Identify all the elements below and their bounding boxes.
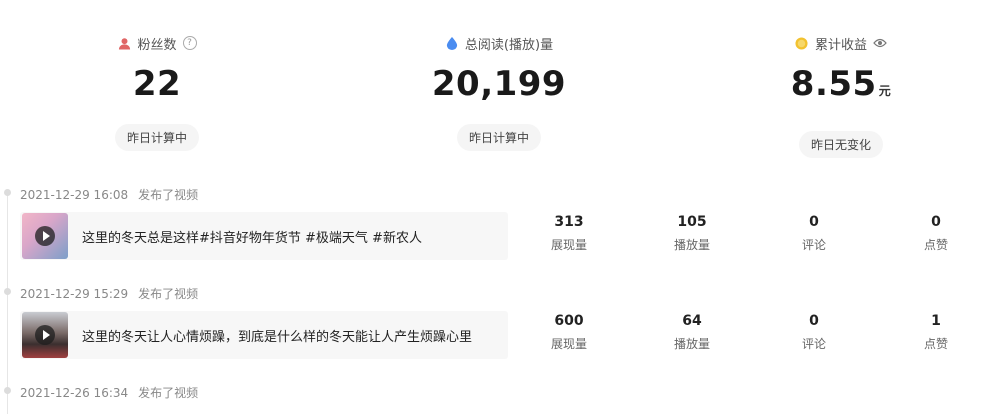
video-card[interactable]: 这里的冬天让人心情烦躁，到底是什么样的冬天能让人产生烦躁心里: [20, 311, 508, 359]
entry-time: 2021-12-29 16:08: [20, 188, 129, 202]
entry-action: 发布了视频: [138, 188, 199, 202]
metric-comments: 0 评论: [769, 214, 859, 253]
entry-action: 发布了视频: [138, 287, 199, 301]
metric-impressions: 313 展现量: [524, 214, 614, 253]
entry-time: 2021-12-26 16:34: [20, 386, 129, 400]
metric-value: 0: [809, 214, 819, 230]
metric-label: 播放量: [673, 337, 710, 351]
metric-likes: 1 点赞: [891, 313, 981, 352]
metric-label: 评论: [801, 238, 826, 252]
stat-value: 20,199: [431, 64, 567, 104]
play-icon[interactable]: [35, 325, 55, 345]
metric-label: 展现量: [550, 337, 587, 351]
metric-plays: 64 播放量: [647, 313, 737, 352]
metric-value: 1: [931, 313, 941, 329]
stat-followers: 粉丝数 ? 22 昨日计算中: [37, 32, 277, 151]
metric-comments: 0 评论: [769, 313, 859, 352]
stat-earnings: 累计收益 8.55 元 昨日无变化: [721, 32, 961, 158]
metric-likes: 0 点赞: [891, 214, 981, 253]
stat-label: 累计收益: [814, 37, 867, 53]
metric-plays: 105 播放量: [647, 214, 737, 253]
person-icon: [117, 36, 131, 50]
metric-value: 313: [554, 214, 584, 230]
timeline-entry: 2021-12-29 16:08 发布了视频 这里的冬天总是这样#抖音好物年货节 …: [0, 180, 1000, 278]
metric-label: 展现量: [550, 238, 587, 252]
video-thumbnail[interactable]: [22, 312, 68, 358]
metric-value: 600: [554, 313, 584, 329]
metric-value: 0: [931, 214, 941, 230]
play-icon[interactable]: [35, 226, 55, 246]
stat-sub: 昨日计算中: [114, 124, 199, 151]
stat-sub: 昨日计算中: [456, 124, 541, 151]
timeline-entry: 2021-12-26 16:34 发布了视频: [0, 378, 1000, 400]
stat-unit: 元: [878, 84, 892, 98]
video-title[interactable]: 这里的冬天让人心情烦躁，到底是什么样的冬天能让人产生烦躁心里: [82, 326, 472, 345]
stat-label: 总阅读(播放)量: [464, 37, 554, 53]
stat-sub: 昨日无变化: [798, 131, 883, 158]
stats-panel: 粉丝数 ? 22 昨日计算中 总阅读(播放)量 20,199 昨日计算中 累计收…: [0, 0, 1000, 165]
timeline-dot: [4, 189, 11, 196]
metric-label: 点赞: [923, 238, 948, 252]
entry-action: 发布了视频: [138, 386, 199, 400]
metric-label: 播放量: [673, 238, 710, 252]
video-thumbnail[interactable]: [22, 213, 68, 259]
metric-label: 点赞: [923, 337, 948, 351]
entry-time: 2021-12-29 15:29: [20, 287, 129, 301]
eye-icon[interactable]: [873, 36, 887, 50]
help-icon[interactable]: ?: [182, 36, 197, 50]
timeline-entry: 2021-12-29 15:29 发布了视频 这里的冬天让人心情烦躁，到底是什么样…: [0, 279, 1000, 377]
stat-value: 8.55: [790, 64, 877, 104]
stat-value: 22: [132, 64, 182, 104]
metric-impressions: 600 展现量: [524, 313, 614, 352]
timeline-dot: [4, 288, 11, 295]
video-title[interactable]: 这里的冬天总是这样#抖音好物年货节 #极端天气 #新农人: [82, 227, 422, 246]
stat-views: 总阅读(播放)量 20,199 昨日计算中: [379, 32, 619, 151]
video-card[interactable]: 这里的冬天总是这样#抖音好物年货节 #极端天气 #新农人: [20, 212, 508, 260]
metric-value: 64: [682, 313, 702, 329]
timeline-dot: [4, 387, 11, 394]
drop-icon: [445, 36, 459, 50]
metric-label: 评论: [801, 337, 826, 351]
coin-icon: [795, 36, 809, 50]
metric-value: 105: [677, 214, 707, 230]
stat-label: 粉丝数: [137, 37, 177, 53]
metric-value: 0: [809, 313, 819, 329]
